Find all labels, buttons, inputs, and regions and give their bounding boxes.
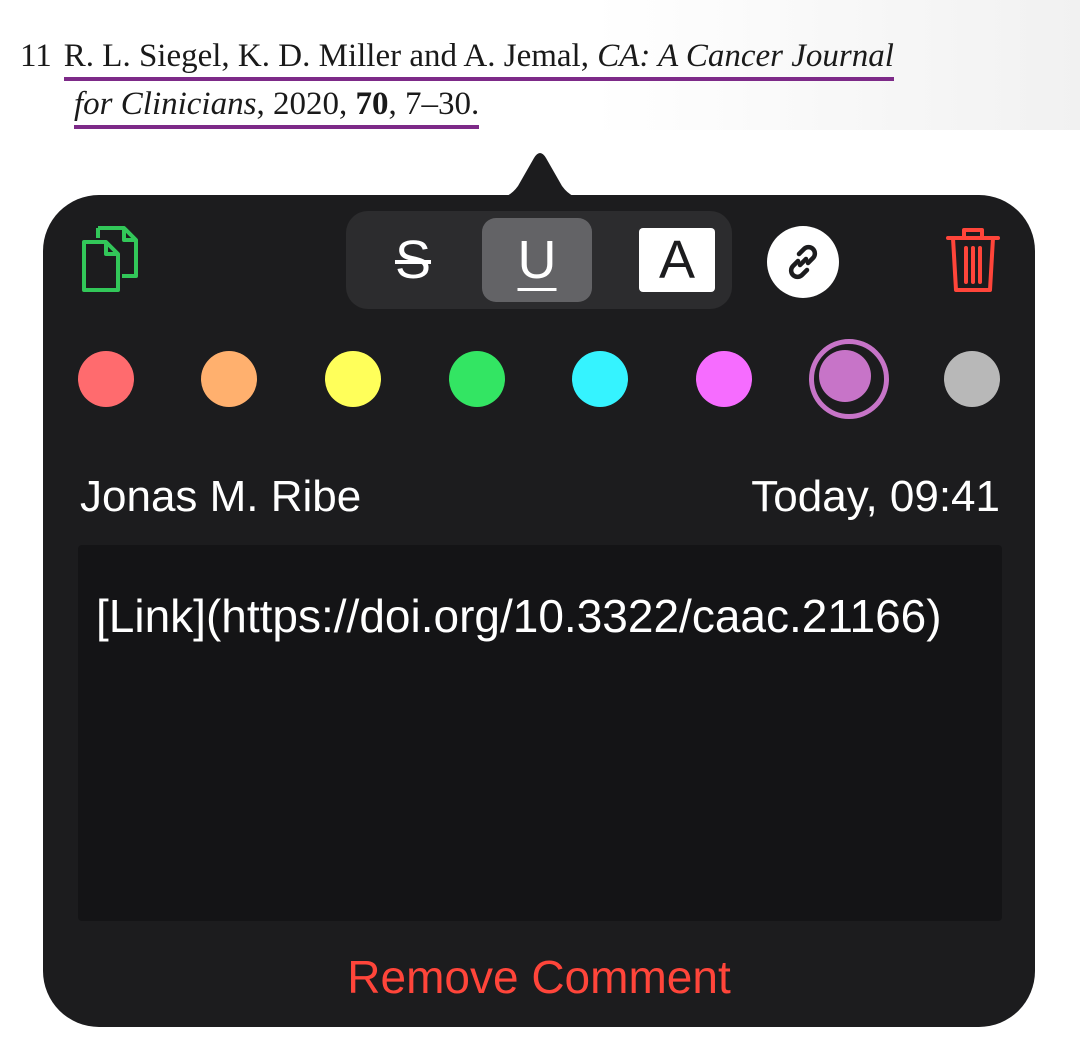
strikethrough-button[interactable]: S	[358, 218, 468, 302]
copy-icon[interactable]	[78, 224, 142, 296]
reference-citation: for Clinicians, 2020, 70, 7–30.	[74, 86, 480, 129]
color-swatch-orange[interactable]	[201, 351, 257, 407]
remove-comment-button[interactable]: Remove Comment	[43, 950, 1035, 1004]
reference-number: 11	[20, 38, 52, 74]
color-swatch-yellow[interactable]	[325, 351, 381, 407]
link-icon	[788, 244, 818, 280]
reference-journal: CA: A Cancer Journal	[597, 38, 894, 74]
comment-text[interactable]: [Link](https://doi.org/10.3322/caac.2116…	[96, 585, 946, 647]
underline-button[interactable]: U	[482, 218, 592, 302]
reference-area: 11 R. L. Siegel, K. D. Miller and A. Jema…	[0, 0, 1080, 130]
highlight-button[interactable]: A	[622, 218, 732, 302]
color-swatch-red[interactable]	[78, 351, 134, 407]
reference-line-2[interactable]: for Clinicians, 2020, 70, 7–30.	[74, 86, 480, 129]
color-swatch-purple[interactable]	[819, 350, 871, 402]
link-button[interactable]	[767, 226, 839, 298]
reference-volume: 70	[355, 86, 389, 122]
color-swatch-magenta[interactable]	[696, 351, 752, 407]
trash-icon[interactable]	[946, 226, 1000, 294]
color-swatch-gray[interactable]	[944, 351, 1000, 407]
color-swatch-cyan[interactable]	[572, 351, 628, 407]
reference-authors: R. L. Siegel, K. D. Miller and A. Jemal,…	[63, 38, 894, 81]
comment-timestamp: Today, 09:41	[751, 472, 1000, 521]
popover-pointer	[490, 153, 590, 200]
comment-author: Jonas M. Ribe	[80, 472, 362, 521]
reference-line-1[interactable]: 11 R. L. Siegel, K. D. Miller and A. Jema…	[20, 38, 894, 81]
color-swatch-green[interactable]	[449, 351, 505, 407]
